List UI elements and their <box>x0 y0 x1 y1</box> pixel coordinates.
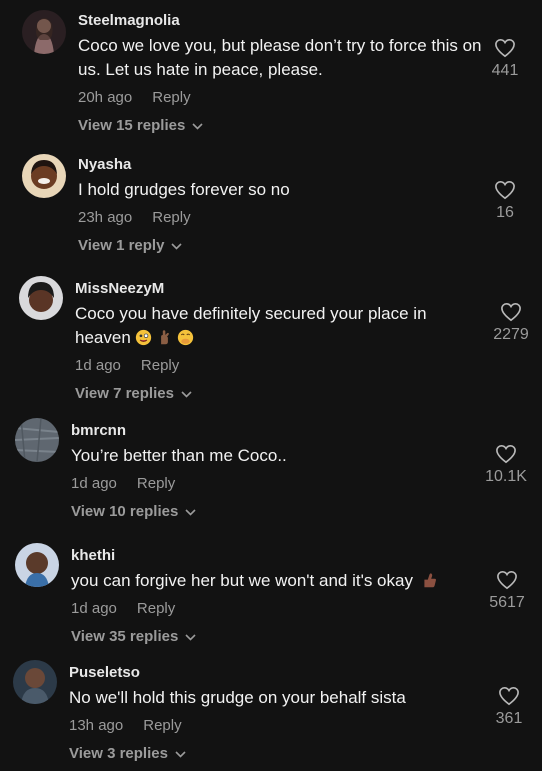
view-replies-button[interactable]: View 10 replies <box>71 502 491 522</box>
comment-timestamp: 1d ago <box>71 600 117 617</box>
heart-outline-icon[interactable] <box>494 180 516 200</box>
avatar[interactable] <box>19 276 63 320</box>
comment-text-content: you can forgive her but we won't and it'… <box>71 571 413 590</box>
comment-timestamp: 1d ago <box>71 475 117 492</box>
reply-button[interactable]: Reply <box>152 88 190 108</box>
like-control: 10.1K <box>478 444 534 487</box>
zany-face-icon <box>135 329 152 346</box>
comment-username[interactable]: Puseletso <box>69 664 489 682</box>
reply-button[interactable]: Reply <box>137 474 175 494</box>
chevron-down-icon <box>181 390 192 398</box>
comment-text: Coco you have definitely secured your pl… <box>75 302 475 350</box>
view-replies-label: View 10 replies <box>71 503 179 520</box>
like-count: 16 <box>496 204 514 221</box>
comment-timestamp: 23h ago <box>78 209 133 226</box>
thumbs-up-icon <box>421 572 438 589</box>
chevron-down-icon <box>192 122 203 130</box>
chevron-down-icon <box>185 633 196 641</box>
avatar[interactable] <box>22 154 66 198</box>
heart-outline-icon[interactable] <box>496 570 518 590</box>
comment-text-content: Coco you have definitely secured your pl… <box>75 304 427 347</box>
comment-text: No we'll hold this grudge on your behalf… <box>69 688 406 707</box>
avatar[interactable] <box>15 543 59 587</box>
view-replies-button[interactable]: View 35 replies <box>71 627 491 647</box>
chevron-down-icon <box>171 242 183 250</box>
like-count: 361 <box>495 710 523 727</box>
heart-outline-icon[interactable] <box>498 686 520 706</box>
comment-username[interactable]: MissNeezyM <box>75 280 475 298</box>
reply-button[interactable]: Reply <box>137 599 175 619</box>
like-control: 441 <box>480 38 530 81</box>
comment-text: You’re better than me Coco.. <box>71 446 287 465</box>
comment-username[interactable]: khethi <box>71 547 491 565</box>
like-count: 5617 <box>489 594 525 611</box>
heart-outline-icon[interactable] <box>494 38 516 58</box>
heart-outline-icon[interactable] <box>500 302 522 322</box>
view-replies-button[interactable]: View 3 replies <box>69 744 489 764</box>
avatar[interactable] <box>15 418 59 462</box>
chevron-down-icon <box>185 508 196 516</box>
crossed-fingers-icon <box>156 329 173 346</box>
like-control: 361 <box>484 686 534 729</box>
view-replies-label: View 7 replies <box>75 385 174 402</box>
view-replies-label: View 3 replies <box>69 745 168 762</box>
comment-username[interactable]: bmrcnn <box>71 422 491 440</box>
comment-username[interactable]: Nyasha <box>78 156 498 174</box>
avatar[interactable] <box>13 660 57 704</box>
heart-outline-icon[interactable] <box>495 444 517 464</box>
view-replies-label: View 35 replies <box>71 628 179 645</box>
avatar[interactable] <box>22 10 66 54</box>
comment-timestamp: 1d ago <box>75 357 121 374</box>
reply-button[interactable]: Reply <box>152 208 190 228</box>
comment-timestamp: 20h ago <box>78 89 133 106</box>
like-control: 5617 <box>482 570 532 613</box>
view-replies-button[interactable]: View 15 replies <box>78 116 498 136</box>
like-count: 441 <box>491 62 519 79</box>
view-replies-label: View 15 replies <box>78 117 186 134</box>
view-replies-label: View 1 reply <box>78 237 165 254</box>
reply-button[interactable]: Reply <box>141 356 179 376</box>
like-count: 10.1K <box>485 468 527 485</box>
like-count: 2279 <box>493 326 529 343</box>
like-control: 16 <box>480 180 530 223</box>
comment-text: Coco we love you, but please don’t try t… <box>78 36 482 79</box>
chevron-down-icon <box>175 750 186 758</box>
reply-button[interactable]: Reply <box>143 716 181 736</box>
view-replies-button[interactable]: View 1 reply <box>78 236 498 256</box>
hand-over-mouth-icon <box>177 329 194 346</box>
view-replies-button[interactable]: View 7 replies <box>75 384 475 404</box>
like-control: 2279 <box>486 302 536 345</box>
comment-username[interactable]: Steelmagnolia <box>78 12 498 30</box>
comment-text: you can forgive her but we won't and it'… <box>71 569 491 593</box>
comment-timestamp: 13h ago <box>69 717 124 734</box>
comment-text: I hold grudges forever so no <box>78 180 290 199</box>
